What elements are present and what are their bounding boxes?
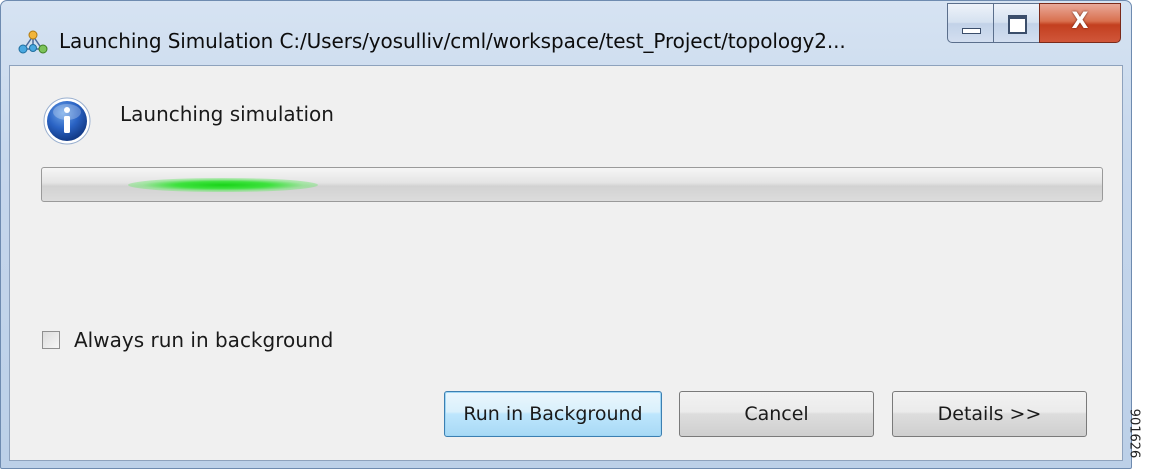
close-icon: X [1071, 9, 1089, 34]
checkbox-label: Always run in background [74, 328, 334, 352]
maximize-button[interactable] [993, 3, 1039, 43]
window-title: Launching Simulation C:/Users/yosulliv/c… [59, 29, 846, 53]
minimize-button[interactable] [947, 3, 993, 43]
info-icon [43, 97, 91, 145]
dialog-content: Launching simulation Always run in backg… [9, 65, 1123, 461]
always-run-in-background-checkbox[interactable] [42, 331, 60, 349]
network-topology-icon [18, 30, 48, 54]
minimize-icon [962, 28, 981, 34]
always-run-in-background-option[interactable]: Always run in background [42, 328, 333, 352]
dialog-window: Launching Simulation C:/Users/yosulliv/c… [0, 0, 1132, 469]
progress-bar [41, 167, 1103, 202]
close-button[interactable]: X [1039, 3, 1121, 43]
run-in-background-button[interactable]: Run in Background [444, 391, 662, 437]
title-bar[interactable]: Launching Simulation C:/Users/yosulliv/c… [1, 1, 1131, 65]
details-button[interactable]: Details >> [892, 391, 1087, 437]
status-message: Launching simulation [120, 102, 334, 126]
maximize-icon [1008, 15, 1027, 34]
figure-code: 901626 [1126, 400, 1149, 470]
page: Launching Simulation C:/Users/yosulliv/c… [0, 0, 1150, 475]
caption-buttons: X [947, 3, 1121, 45]
cancel-button[interactable]: Cancel [679, 391, 874, 437]
figure-code-text: 901626 [1126, 408, 1142, 459]
progress-indicator [128, 178, 318, 192]
